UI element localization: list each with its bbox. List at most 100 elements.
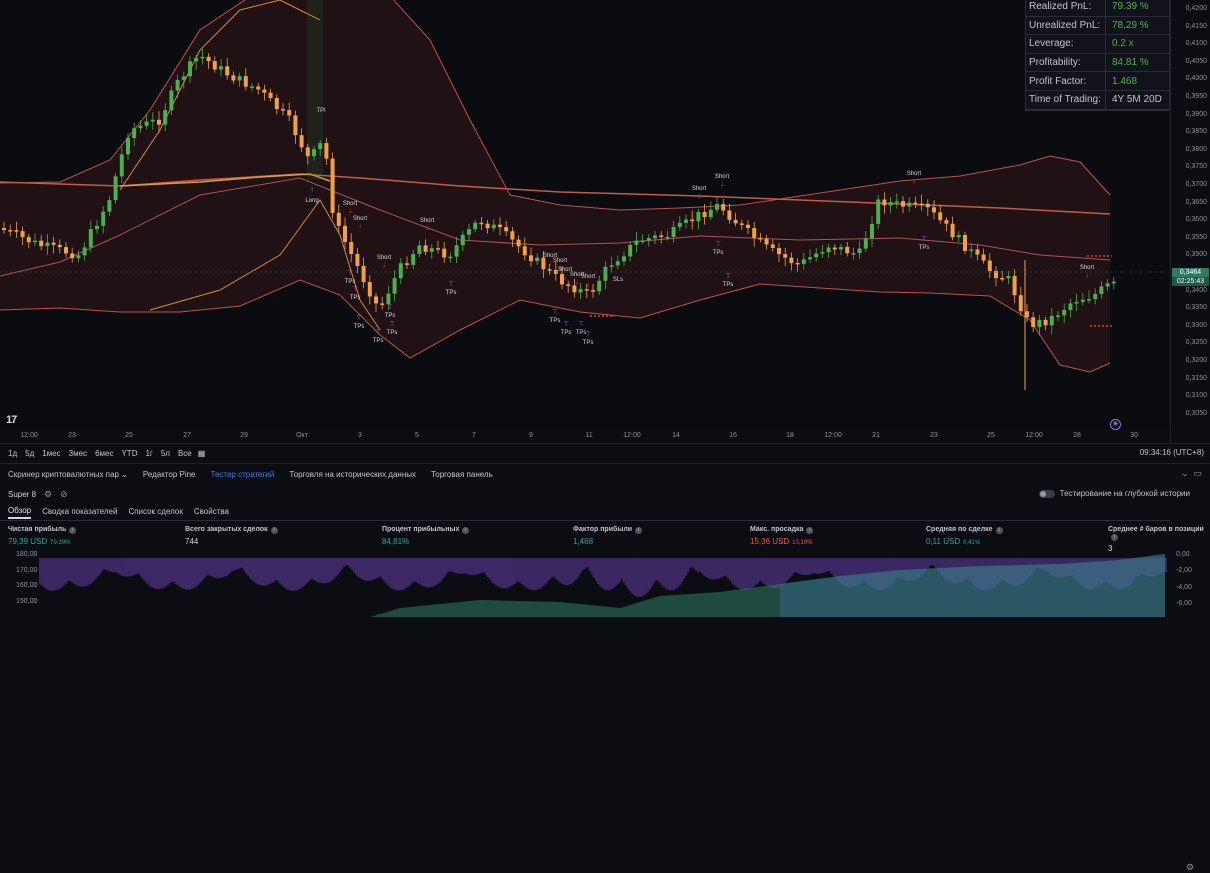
info-icon[interactable]: i: [69, 527, 77, 534]
price-tick: 0,4150: [1185, 22, 1207, 30]
bottom-tab-3[interactable]: Торговля на исторических данных: [289, 470, 416, 479]
timezone-clock[interactable]: 09:34:16 (UTC+8): [1140, 448, 1204, 457]
range-2[interactable]: 1мес: [42, 449, 60, 458]
candle-body: [801, 259, 806, 264]
range-4[interactable]: 6мес: [95, 449, 113, 458]
panel-window-icons[interactable]: ⌄ ▭: [1181, 468, 1202, 479]
bottom-tab-2[interactable]: Тестер стратегий: [211, 470, 275, 479]
candle-body: [938, 212, 943, 221]
candle-body: [95, 225, 99, 230]
metric-label-text: Макс. просадка: [750, 526, 804, 533]
info-icon[interactable]: i: [270, 527, 278, 534]
candle-body: [950, 223, 955, 238]
stats-value: 79.39 %: [1112, 1, 1149, 13]
time-tick: 12:00: [623, 432, 641, 439]
settings-icon[interactable]: ⚙: [44, 489, 52, 500]
metric-label-text: Процент прибыльных: [382, 526, 460, 533]
toggle-switch[interactable]: [1038, 489, 1055, 498]
price-chart[interactable]: Short ↓ Short ↓ Short ↓ Short ↓ Short ↓ Short ↓ Shor…: [0, 0, 1170, 430]
current-price-label: 0,3464: [1172, 268, 1209, 277]
candle-body: [522, 246, 527, 256]
tpl-marker: TPl: [317, 108, 326, 114]
metric: Макс. просадка i 15,36 USD 10,19%: [750, 526, 814, 546]
candle-body: [212, 61, 217, 70]
sub-tab-1[interactable]: Сводка показателей: [42, 507, 117, 518]
bottom-tab-4[interactable]: Торговая панель: [431, 470, 493, 479]
metric-percent: 10,19%: [792, 540, 813, 546]
candle-body: [256, 86, 261, 90]
candle-body: [330, 158, 335, 213]
metric-value: 744: [185, 537, 278, 546]
equity-right-tick: -6,00: [1176, 599, 1192, 607]
range-3[interactable]: 3мес: [69, 449, 87, 458]
candle-body: [429, 248, 434, 252]
range-6[interactable]: 1г: [145, 449, 152, 458]
time-tick: 12:00: [824, 432, 842, 439]
time-axis[interactable]: ⚙ 12:00 23 25 27 29 Окт 3 5 7 9 11 12:00 14 16 18 12:00…: [0, 430, 1194, 872]
candle-body: [820, 252, 825, 254]
sub-tab-3[interactable]: Свойства: [194, 507, 229, 518]
candle-body: [243, 76, 248, 87]
bottom-tab-1[interactable]: Редактор Pine: [143, 470, 196, 479]
svg-text:⊤: ⊤: [356, 315, 362, 322]
price-tick: 0,3050: [1185, 409, 1207, 417]
range-7[interactable]: 5л: [161, 449, 170, 458]
indicator-marker-icon[interactable]: ◉: [1110, 419, 1121, 430]
range-8[interactable]: Все: [178, 449, 192, 458]
info-icon[interactable]: i: [995, 527, 1003, 534]
tradingview-logo[interactable]: 17: [6, 414, 17, 426]
equity-chart[interactable]: 180,00 170,00 160,00 150,00 0,00 -2,00 -4,00 -6…: [0, 550, 1210, 617]
candle-body: [826, 247, 831, 253]
price-tick: 0,3950: [1185, 93, 1207, 100]
candle-body: [708, 209, 713, 218]
metric-value-text: 744: [185, 537, 199, 546]
metric-percent: 0,41%: [963, 540, 981, 546]
candle-body: [857, 248, 862, 254]
sub-tab-0[interactable]: Обзор: [8, 506, 32, 519]
time-tick: 7: [472, 432, 476, 439]
info-icon[interactable]: i: [635, 527, 643, 534]
svg-text:↓: ↓: [720, 179, 724, 188]
range-5[interactable]: YTD: [121, 449, 137, 458]
candle-body: [1006, 275, 1011, 279]
candle-body: [101, 211, 106, 226]
stats-label: Time of Trading:: [1026, 90, 1106, 109]
range-list: 1д 5д 1мес 3мес 6мес YTD 1г 5л Все: [0, 449, 192, 458]
price-axis[interactable]: 0,4200 0,4150 0,4100 0,4050 0,4000 0,3950 0,39…: [1170, 0, 1210, 443]
candle-body: [200, 56, 205, 59]
stats-row: Realized PnL: 79.39 %: [1026, 0, 1169, 17]
candle-body: [1037, 319, 1042, 327]
bottom-tab-0[interactable]: Скринер криптовалютных пар ⌄: [8, 470, 128, 479]
settings-gear-icon[interactable]: ⚙: [1186, 862, 1194, 873]
candle-body: [398, 263, 403, 279]
metric-label-text: Среднее # баров в позиции: [1108, 526, 1204, 533]
stats-value: 4Y 5M 20D: [1112, 94, 1162, 106]
svg-text:↓: ↓: [425, 223, 429, 232]
time-tick: 14: [672, 432, 680, 439]
candle-body: [312, 149, 316, 157]
svg-text:↓: ↓: [912, 176, 916, 185]
chart-canvas[interactable]: Short↓Short↓ Short↓Short↓Short↓ Short↓Shor…: [0, 0, 1170, 430]
alert-icon[interactable]: ⊘: [60, 489, 68, 500]
strategy-stats-panel: Realized PnL: 79.39 % Unrealized PnL: 78.29…: [1025, 0, 1170, 111]
time-tick: 21: [872, 432, 880, 439]
metric-label: Процент прибыльных i: [382, 526, 470, 534]
info-icon[interactable]: i: [806, 527, 814, 534]
candle-body: [287, 110, 292, 116]
price-tick: 0,3150: [1185, 374, 1207, 382]
candle-body: [175, 79, 180, 91]
deep-history-toggle[interactable]: Тестирование на глубокой истории: [1038, 489, 1190, 498]
candle-body: [789, 257, 794, 263]
info-icon[interactable]: i: [1111, 534, 1118, 541]
candle-body: [969, 249, 974, 251]
candle-body: [225, 66, 230, 76]
candle-body: [814, 253, 819, 258]
svg-text:TPs: TPs: [713, 250, 724, 256]
calendar-icon[interactable]: ▦: [198, 449, 206, 458]
candle-body: [584, 289, 589, 291]
range-0[interactable]: 1д: [8, 449, 17, 458]
range-1[interactable]: 5д: [25, 449, 34, 458]
metric-label: Чистая прибыль i: [8, 526, 77, 534]
info-icon[interactable]: i: [462, 527, 470, 534]
sub-tab-2[interactable]: Список сделок: [128, 507, 182, 518]
